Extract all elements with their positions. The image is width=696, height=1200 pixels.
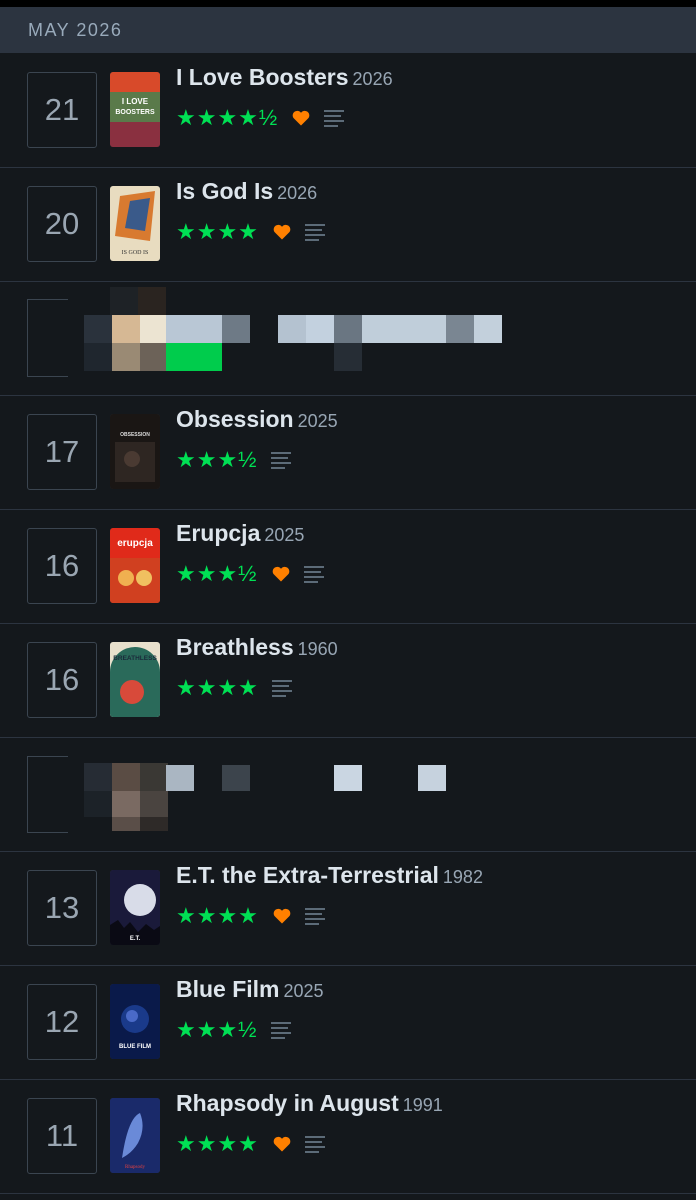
diary-entry[interactable]: 12 BLUE FILM Blue Film 2025 ★★★½	[0, 965, 696, 1080]
month-label: MAY 2026	[28, 19, 123, 40]
svg-text:BOOSTERS: BOOSTERS	[115, 109, 155, 116]
star-rating: ★★★½	[176, 1017, 258, 1042]
film-year[interactable]: 2025	[264, 525, 304, 545]
svg-text:BLUE FILM: BLUE FILM	[119, 1044, 151, 1050]
diary-entry[interactable]: 16 BREATHLESS Breathless 1960 ★★★★	[0, 623, 696, 738]
top-edge	[0, 0, 696, 7]
day-number[interactable]: 21	[27, 72, 97, 148]
heart-icon	[273, 1136, 291, 1152]
star-rating: ★★★½	[176, 561, 258, 586]
star-rating: ★★★★	[176, 903, 259, 928]
svg-text:OBSESSION: OBSESSION	[120, 432, 150, 438]
film-title[interactable]: Obsession	[176, 406, 294, 432]
redacted-entry	[0, 281, 696, 396]
heart-icon	[273, 908, 291, 924]
star-rating: ★★★★	[176, 219, 259, 244]
redacted-entry	[0, 737, 696, 852]
film-year[interactable]: 2026	[353, 69, 393, 89]
film-year[interactable]: 2025	[298, 411, 338, 431]
svg-text:I LOVE: I LOVE	[122, 97, 149, 106]
heart-icon	[273, 224, 291, 240]
film-year[interactable]: 2025	[284, 981, 324, 1001]
diary-entry[interactable]: 16 erupcja Erupcja 2025 ★★★½	[0, 509, 696, 624]
film-year[interactable]: 1960	[298, 639, 338, 659]
film-year[interactable]: 1991	[403, 1095, 443, 1115]
svg-text:erupcja: erupcja	[117, 538, 153, 549]
heart-icon	[292, 110, 310, 126]
heart-icon	[272, 566, 289, 582]
review-icon[interactable]	[304, 908, 325, 925]
month-header: MAY 2026	[0, 7, 696, 53]
day-number[interactable]: 17	[27, 414, 97, 490]
day-number[interactable]: 16	[27, 642, 97, 718]
star-rating: ★★★½	[176, 447, 258, 472]
film-title[interactable]: Is God Is	[176, 178, 273, 204]
review-icon[interactable]	[270, 452, 291, 469]
svg-text:IS GOD IS: IS GOD IS	[122, 250, 149, 256]
svg-text:Rhapsody: Rhapsody	[125, 1165, 146, 1170]
star-rating: ★★★★	[176, 1131, 259, 1156]
film-title[interactable]: Erupcja	[176, 520, 260, 546]
day-number[interactable]: 20	[27, 186, 97, 262]
day-number[interactable]: 13	[27, 870, 97, 946]
poster-thumbnail[interactable]: I LOVE BOOSTERS	[110, 72, 160, 147]
review-icon[interactable]	[324, 110, 345, 127]
film-title[interactable]: Blue Film	[176, 976, 280, 1002]
film-year[interactable]: 1982	[443, 867, 483, 887]
film-title[interactable]: Rhapsody in August	[176, 1090, 399, 1116]
day-number[interactable]: 11	[27, 1098, 97, 1174]
review-icon[interactable]	[304, 1136, 325, 1153]
poster-thumbnail[interactable]: OBSESSION	[110, 414, 160, 489]
review-icon[interactable]	[270, 1022, 291, 1039]
review-icon[interactable]	[271, 680, 292, 697]
svg-text:BREATHLESS: BREATHLESS	[113, 655, 157, 662]
day-number[interactable]: 16	[27, 528, 97, 604]
film-title[interactable]: Breathless	[176, 634, 294, 660]
day-number[interactable]: 12	[27, 984, 97, 1060]
film-year[interactable]: 2026	[277, 183, 317, 203]
svg-text:E.T.: E.T.	[130, 936, 141, 942]
diary-entry[interactable]: 11 Rhapsody Rhapsody in August 1991 ★★★★	[0, 1079, 696, 1194]
review-icon[interactable]	[303, 566, 324, 583]
diary-entry[interactable]: 20 IS GOD IS Is God Is 2026 ★★★★	[0, 167, 696, 282]
film-title[interactable]: E.T. the Extra-Terrestrial	[176, 862, 439, 888]
film-title[interactable]: I Love Boosters	[176, 64, 349, 90]
star-rating: ★★★★½	[176, 105, 279, 130]
poster-thumbnail[interactable]: Rhapsody	[110, 1098, 160, 1173]
review-icon[interactable]	[304, 224, 325, 241]
diary-entry[interactable]: 13 E.T. E.T. the Extra-Terrestrial 1982 ★…	[0, 851, 696, 966]
star-rating: ★★★★	[176, 675, 259, 700]
diary-entry[interactable]: 17 OBSESSION Obsession 2025 ★★★½	[0, 395, 696, 510]
poster-thumbnail[interactable]: IS GOD IS	[110, 186, 160, 261]
poster-thumbnail[interactable]: E.T.	[110, 870, 160, 945]
diary-entry[interactable]: 21 I LOVE BOOSTERS I Love Boosters 2026 ★…	[0, 53, 696, 168]
poster-thumbnail[interactable]: erupcja	[110, 528, 160, 603]
poster-thumbnail[interactable]: BREATHLESS	[110, 642, 160, 717]
poster-thumbnail[interactable]: BLUE FILM	[110, 984, 160, 1059]
